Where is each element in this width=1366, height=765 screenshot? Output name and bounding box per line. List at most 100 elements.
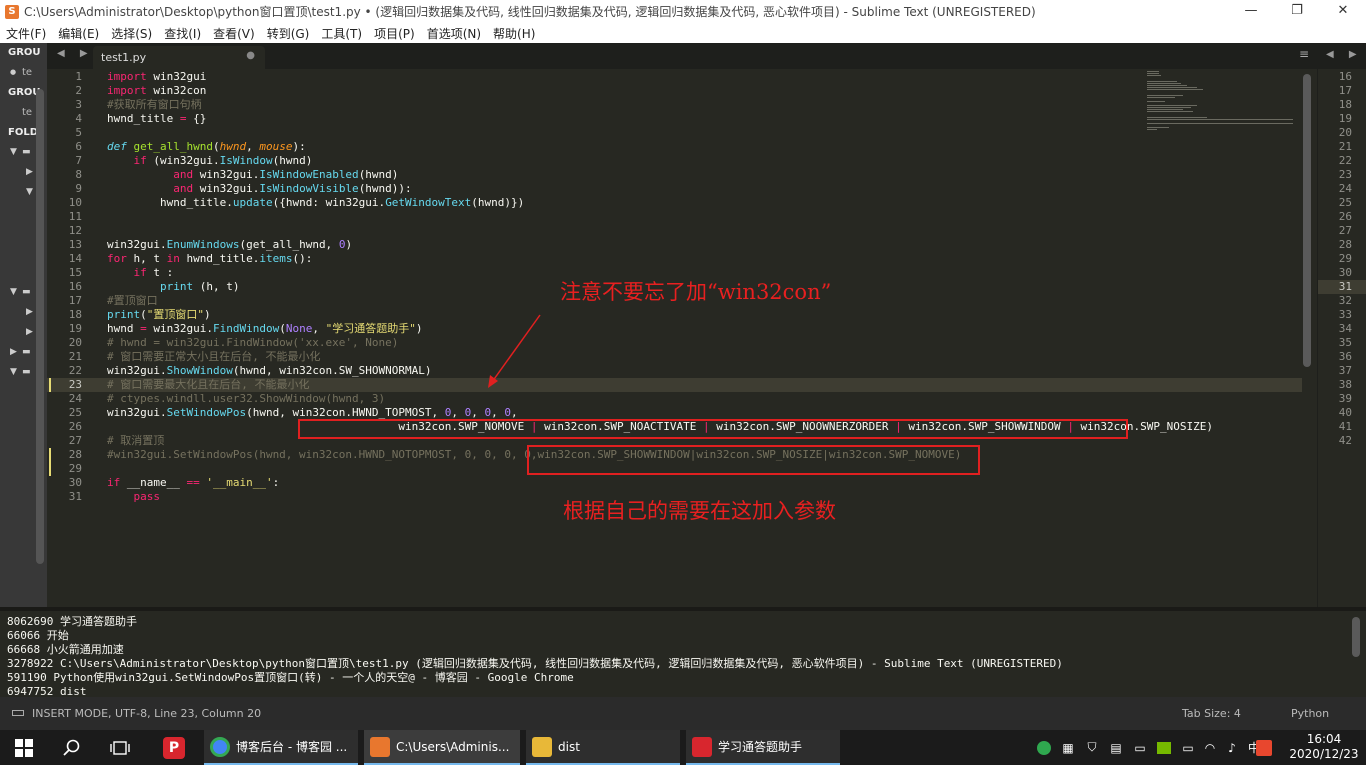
- taskbar-item-explorer[interactable]: dist: [526, 730, 680, 765]
- line-number: 21: [68, 350, 82, 363]
- code-line[interactable]: def get_all_hwnd(hwnd, mouse):: [107, 140, 306, 154]
- menu-view[interactable]: 查看(V): [213, 25, 255, 42]
- tray-grid-icon[interactable]: ▦: [1058, 730, 1078, 765]
- tray-wifi-icon[interactable]: ◠: [1200, 730, 1220, 765]
- code-line[interactable]: print("置顶窗口"): [107, 308, 211, 322]
- line-number: 10: [68, 196, 82, 209]
- folder-expand-icon[interactable]: ▼: [10, 147, 17, 157]
- code-line[interactable]: import win32gui: [107, 70, 206, 84]
- minimap[interactable]: [1147, 69, 1297, 139]
- menu-find[interactable]: 查找(I): [164, 25, 201, 42]
- folder-expand-icon[interactable]: ▼: [10, 367, 17, 377]
- tray-shield-icon[interactable]: ⛉: [1082, 730, 1102, 765]
- sidebar-file-1-label: te: [22, 67, 33, 78]
- folder-expand-icon[interactable]: ▼: [10, 287, 17, 297]
- editor-scrollbar[interactable]: [1303, 74, 1311, 367]
- code-line[interactable]: win32gui.SetWindowPos(hwnd, win32con.HWN…: [107, 406, 518, 420]
- tab-test1-py[interactable]: test1.py ●: [93, 46, 265, 69]
- code-line[interactable]: #获取所有窗口句柄: [107, 98, 202, 112]
- code-line[interactable]: hwnd = win32gui.FindWindow(None, "学习通答题助…: [107, 322, 422, 336]
- taskbar-item-label: 博客后台 - 博客园 ...: [236, 740, 348, 754]
- console-line: 591190 Python使用win32gui.SetWindowPos置顶窗口…: [7, 671, 574, 684]
- close-button[interactable]: ✕: [1320, 0, 1366, 23]
- menu-goto[interactable]: 转到(G): [267, 25, 310, 42]
- taskbar-clock[interactable]: 16:04 2020/12/23: [1288, 732, 1360, 762]
- console-output[interactable]: 8062690 学习通答题助手 66066 开始 66668 小火箭通用加速 3…: [0, 607, 1366, 698]
- code-editor[interactable]: 1 2 3 4 5 6 7 8 9 10 11 12 13 14 15 16 17 18 19 20 21 22 23 24 2…: [47, 69, 1317, 607]
- menu-tools[interactable]: 工具(T): [321, 25, 362, 42]
- line-number: 31: [68, 490, 82, 503]
- task-view-icon[interactable]: [96, 730, 144, 765]
- syntax-selector[interactable]: Python: [1291, 707, 1329, 720]
- windows-start-icon[interactable]: [0, 730, 48, 765]
- code-line[interactable]: win32gui.ShowWindow(hwnd, win32con.SW_SH…: [107, 364, 432, 378]
- folder-collapsed-icon[interactable]: ▶: [26, 307, 33, 317]
- console-scrollbar[interactable]: [1352, 617, 1360, 657]
- line-number: 17: [68, 294, 82, 307]
- tab-menu-icon[interactable]: ≡: [1299, 47, 1309, 61]
- right-pane-line-number: 31: [1338, 280, 1352, 293]
- line-number: 27: [68, 434, 82, 447]
- line-number: 4: [75, 112, 82, 125]
- tray-battery-icon[interactable]: ▭: [1178, 730, 1198, 765]
- code-line[interactable]: print (h, t): [107, 280, 239, 294]
- folder-collapsed-icon[interactable]: ▶: [26, 327, 33, 337]
- code-line[interactable]: # ctypes.windll.user32.ShowWindow(hwnd, …: [107, 392, 385, 406]
- code-line[interactable]: and win32gui.IsWindowEnabled(hwnd): [107, 168, 398, 182]
- code-line[interactable]: # 取消置顶: [107, 434, 164, 448]
- code-line[interactable]: and win32gui.IsWindowVisible(hwnd)):: [107, 182, 411, 196]
- menu-file[interactable]: 文件(F): [6, 25, 46, 42]
- code-line[interactable]: if (win32gui.IsWindow(hwnd): [107, 154, 313, 168]
- minimize-button[interactable]: —: [1228, 0, 1274, 23]
- line-number: 6: [75, 140, 82, 153]
- right-pane-nav-icon[interactable]: ◀ ▶: [1318, 43, 1366, 69]
- taskbar-item-helper[interactable]: 学习通答题助手: [686, 730, 840, 765]
- tray-display-icon[interactable]: ▭: [1130, 730, 1150, 765]
- code-line[interactable]: # 窗口需要最大化且在后台, 不能最小化: [107, 378, 310, 392]
- line-number: 9: [75, 182, 82, 195]
- tab-modified-icon[interactable]: ●: [246, 50, 255, 61]
- right-pane[interactable]: ◀ ▶ 16 17 18 19 20 21 22 23 24 25 26 27 28 29 30 31 32 33…: [1317, 43, 1366, 607]
- folder-collapsed-icon[interactable]: ▶: [26, 167, 33, 177]
- taskbar: P 博客后台 - 博客园 ... C:\Users\Adminis... dis…: [0, 730, 1366, 765]
- sidebar-open-file-1[interactable]: te: [0, 67, 47, 78]
- code-line[interactable]: win32gui.EnumWindows(get_all_hwnd, 0): [107, 238, 352, 252]
- menu-preferences[interactable]: 首选项(N): [427, 25, 481, 42]
- tray-volume-icon[interactable]: ♪: [1222, 730, 1242, 765]
- code-line[interactable]: # 窗口需要正常大小且在后台, 不能最小化: [107, 350, 321, 364]
- folder-collapsed-icon[interactable]: ▶: [10, 347, 17, 357]
- pinned-app-p-icon[interactable]: P: [150, 730, 198, 765]
- title-bar: S C:\Users\Administrator\Desktop\python窗…: [0, 0, 1366, 23]
- code-line[interactable]: #置顶窗口: [107, 294, 158, 308]
- panel-toggle-icon[interactable]: [12, 710, 24, 716]
- taskbar-item-chrome[interactable]: 博客后台 - 博客园 ...: [204, 730, 358, 765]
- code-line[interactable]: pass: [107, 490, 161, 504]
- tray-nvidia-icon[interactable]: [1154, 730, 1174, 765]
- maximize-button[interactable]: ❐: [1274, 0, 1320, 23]
- menu-selection[interactable]: 选择(S): [111, 25, 152, 42]
- tray-globe-icon[interactable]: [1034, 730, 1054, 765]
- code-line[interactable]: if __name__ == '__main__':: [107, 476, 279, 490]
- tab-size-selector[interactable]: Tab Size: 4: [1182, 707, 1241, 720]
- line-number: 14: [68, 252, 82, 265]
- tray-app-s-icon[interactable]: [1254, 730, 1274, 765]
- sidebar-group-1[interactable]: GROU: [0, 47, 47, 58]
- tab-nav-arrows-icon[interactable]: ◀ ▶: [57, 48, 94, 59]
- tray-network-icon[interactable]: ▤: [1106, 730, 1126, 765]
- line-number: 19: [68, 322, 82, 335]
- line-number: 20: [68, 336, 82, 349]
- code-line[interactable]: for h, t in hwnd_title.items():: [107, 252, 312, 266]
- search-icon[interactable]: [48, 730, 96, 765]
- menu-help[interactable]: 帮助(H): [493, 25, 535, 42]
- folder-expand-icon[interactable]: ▼: [26, 187, 33, 197]
- code-line[interactable]: hwnd_title = {}: [107, 112, 206, 126]
- taskbar-item-sublime[interactable]: C:\Users\Adminis...: [364, 730, 520, 765]
- right-pane-line-number: 19: [1338, 112, 1352, 125]
- menu-project[interactable]: 项目(P): [374, 25, 415, 42]
- code-line[interactable]: if t :: [107, 266, 174, 280]
- code-line[interactable]: # hwnd = win32gui.FindWindow('xx.exe', N…: [107, 336, 398, 350]
- code-line[interactable]: hwnd_title.update({hwnd: win32gui.GetWin…: [107, 196, 524, 210]
- code-line[interactable]: import win32con: [107, 84, 206, 98]
- annotation-note-win32con: 注意不要忘了加“win32con”: [560, 280, 832, 304]
- menu-edit[interactable]: 编辑(E): [58, 25, 99, 42]
